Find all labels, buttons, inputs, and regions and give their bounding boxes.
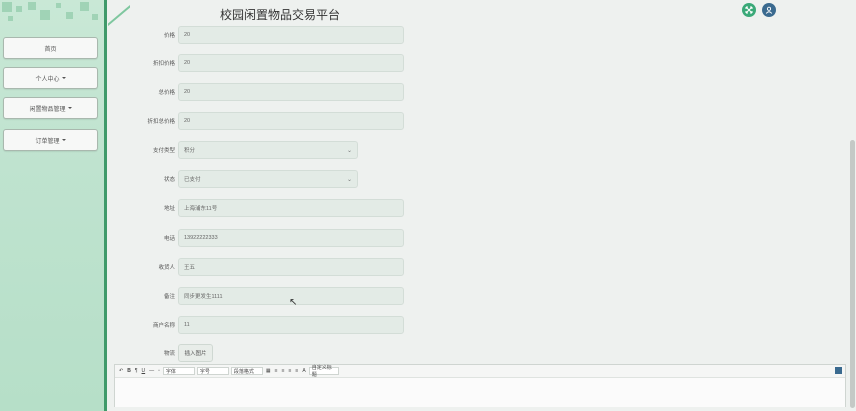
total-price-input[interactable]: 20 xyxy=(178,83,404,101)
table-icon[interactable]: ▦ xyxy=(265,366,272,376)
horizontal-rule-icon[interactable]: — xyxy=(148,366,155,376)
chevron-down-icon: ⌄ xyxy=(346,147,352,154)
custom-heading-select[interactable]: 自定义标题 xyxy=(308,365,339,378)
insert-image-button[interactable]: 插入图片 xyxy=(178,344,213,362)
underline-button[interactable]: U xyxy=(141,366,147,376)
form-row-price: 价格 20 xyxy=(112,25,404,45)
form-row-logistics: 物流 插入图片 xyxy=(112,343,213,363)
header-decoration xyxy=(108,0,130,26)
account-input[interactable]: 11 xyxy=(178,316,404,334)
price-input[interactable]: 20 xyxy=(178,26,404,44)
receiver-input[interactable]: 王五 xyxy=(178,258,404,276)
sidebar-item-home[interactable]: 首页 xyxy=(3,37,98,59)
status-label: 状态 xyxy=(163,177,175,183)
align-right-icon[interactable]: ≡ xyxy=(288,366,293,376)
form-row-total-price: 总价格 20 xyxy=(112,82,404,102)
discount-price-label: 折扣价格 xyxy=(152,61,175,67)
sidebar-item-label: 首页 xyxy=(44,46,57,53)
pay-type-select[interactable]: 积分 ⌄ xyxy=(178,141,358,159)
sidebar-item-label: 闲置物品管理 xyxy=(29,106,66,113)
font-size-select-label: 字号 xyxy=(199,368,210,375)
editor-toolbar: ↶ B ¶ U — ▫ 字体 字号 段落格式 ▦ ≡ ≡ ≡ ≡ A 自定义标题 xyxy=(115,365,845,378)
pay-type-label: 支付类型 xyxy=(152,148,175,154)
form-row-remark: 备注 同步更发生1111 xyxy=(112,286,404,306)
align-center-icon[interactable]: ≡ xyxy=(281,366,286,376)
sidebar xyxy=(0,0,106,411)
address-input[interactable]: 上海浦东11号 xyxy=(178,199,404,217)
account-label: 商户名称 xyxy=(152,323,175,329)
fullscreen-icon[interactable] xyxy=(835,367,842,374)
price-label: 价格 xyxy=(163,33,175,39)
caret-down-icon xyxy=(61,77,66,79)
discount-total-input[interactable]: 20 xyxy=(178,112,404,130)
form-row-address: 地址 上海浦东11号 xyxy=(112,198,404,218)
user-icon[interactable] xyxy=(762,3,776,17)
font-select[interactable]: 字体 xyxy=(162,367,195,375)
form-row-discount-price: 折扣价格 20 xyxy=(112,53,404,73)
logistics-label: 物流 xyxy=(163,351,175,357)
sidebar-item-idle-goods[interactable]: 闲置物品管理 xyxy=(3,97,98,119)
align-left-icon[interactable]: ≡ xyxy=(274,366,279,376)
address-label: 地址 xyxy=(163,206,175,212)
form-row-discount-total: 折扣总价格 20 xyxy=(112,111,404,131)
receiver-label: 收货人 xyxy=(158,265,175,271)
undo-icon[interactable]: ↶ xyxy=(118,366,124,376)
bold-button[interactable]: B xyxy=(126,366,132,376)
caret-down-icon xyxy=(61,139,66,141)
font-size-select[interactable]: 字号 xyxy=(196,367,229,375)
remark-label: 备注 xyxy=(163,294,175,300)
paragraph-format-select-label: 段落格式 xyxy=(233,368,254,375)
form-row-phone: 电话 13922222333 xyxy=(112,228,404,248)
caret-down-icon xyxy=(67,107,72,109)
sidebar-item-personal-center[interactable]: 个人中心 xyxy=(3,67,98,89)
discount-total-label: 折扣总价格 xyxy=(147,119,175,125)
phone-label: 电话 xyxy=(163,236,175,242)
sidebar-item-label: 订单管理 xyxy=(35,138,60,145)
font-select-label: 字体 xyxy=(165,368,176,375)
align-justify-icon[interactable]: ≡ xyxy=(294,366,299,376)
sidebar-item-orders[interactable]: 订单管理 xyxy=(3,129,98,151)
rich-text-editor[interactable]: ↶ B ¶ U — ▫ 字体 字号 段落格式 ▦ ≡ ≡ ≡ ≡ A 自定义标题 xyxy=(114,364,846,407)
scrollbar-thumb[interactable] xyxy=(850,140,855,408)
form-row-account: 商户名称 11 xyxy=(112,315,404,335)
sidebar-item-label: 个人中心 xyxy=(35,76,60,83)
paragraph-format-select[interactable]: 段落格式 xyxy=(230,367,263,375)
expand-icon[interactable] xyxy=(742,3,756,17)
form-row-receiver: 收货人 王五 xyxy=(112,257,404,277)
pay-type-value: 积分 xyxy=(184,148,196,154)
discount-price-input[interactable]: 20 xyxy=(178,54,404,72)
phone-input[interactable]: 13922222333 xyxy=(178,229,404,247)
font-color-button[interactable]: A xyxy=(301,366,306,376)
sidebar-border xyxy=(104,0,107,411)
paragraph-icon[interactable]: ¶ xyxy=(134,366,139,376)
total-price-label: 总价格 xyxy=(158,90,175,96)
chevron-down-icon: ⌄ xyxy=(346,176,352,183)
mouse-cursor-icon: ↖ xyxy=(289,297,298,308)
form-row-status: 状态 已支付 ⌄ xyxy=(112,169,358,189)
form-row-pay-type: 支付类型 积分 ⌄ xyxy=(112,140,358,160)
status-select[interactable]: 已支付 ⌄ xyxy=(178,170,358,188)
custom-heading-select-label: 自定义标题 xyxy=(311,365,332,378)
status-value: 已支付 xyxy=(184,177,201,183)
clear-format-icon[interactable]: ▫ xyxy=(157,366,161,376)
sidebar-decoration xyxy=(0,0,106,26)
page-title: 校园闲置物品交易平台 xyxy=(220,8,341,22)
editor-content-area[interactable] xyxy=(115,378,845,407)
